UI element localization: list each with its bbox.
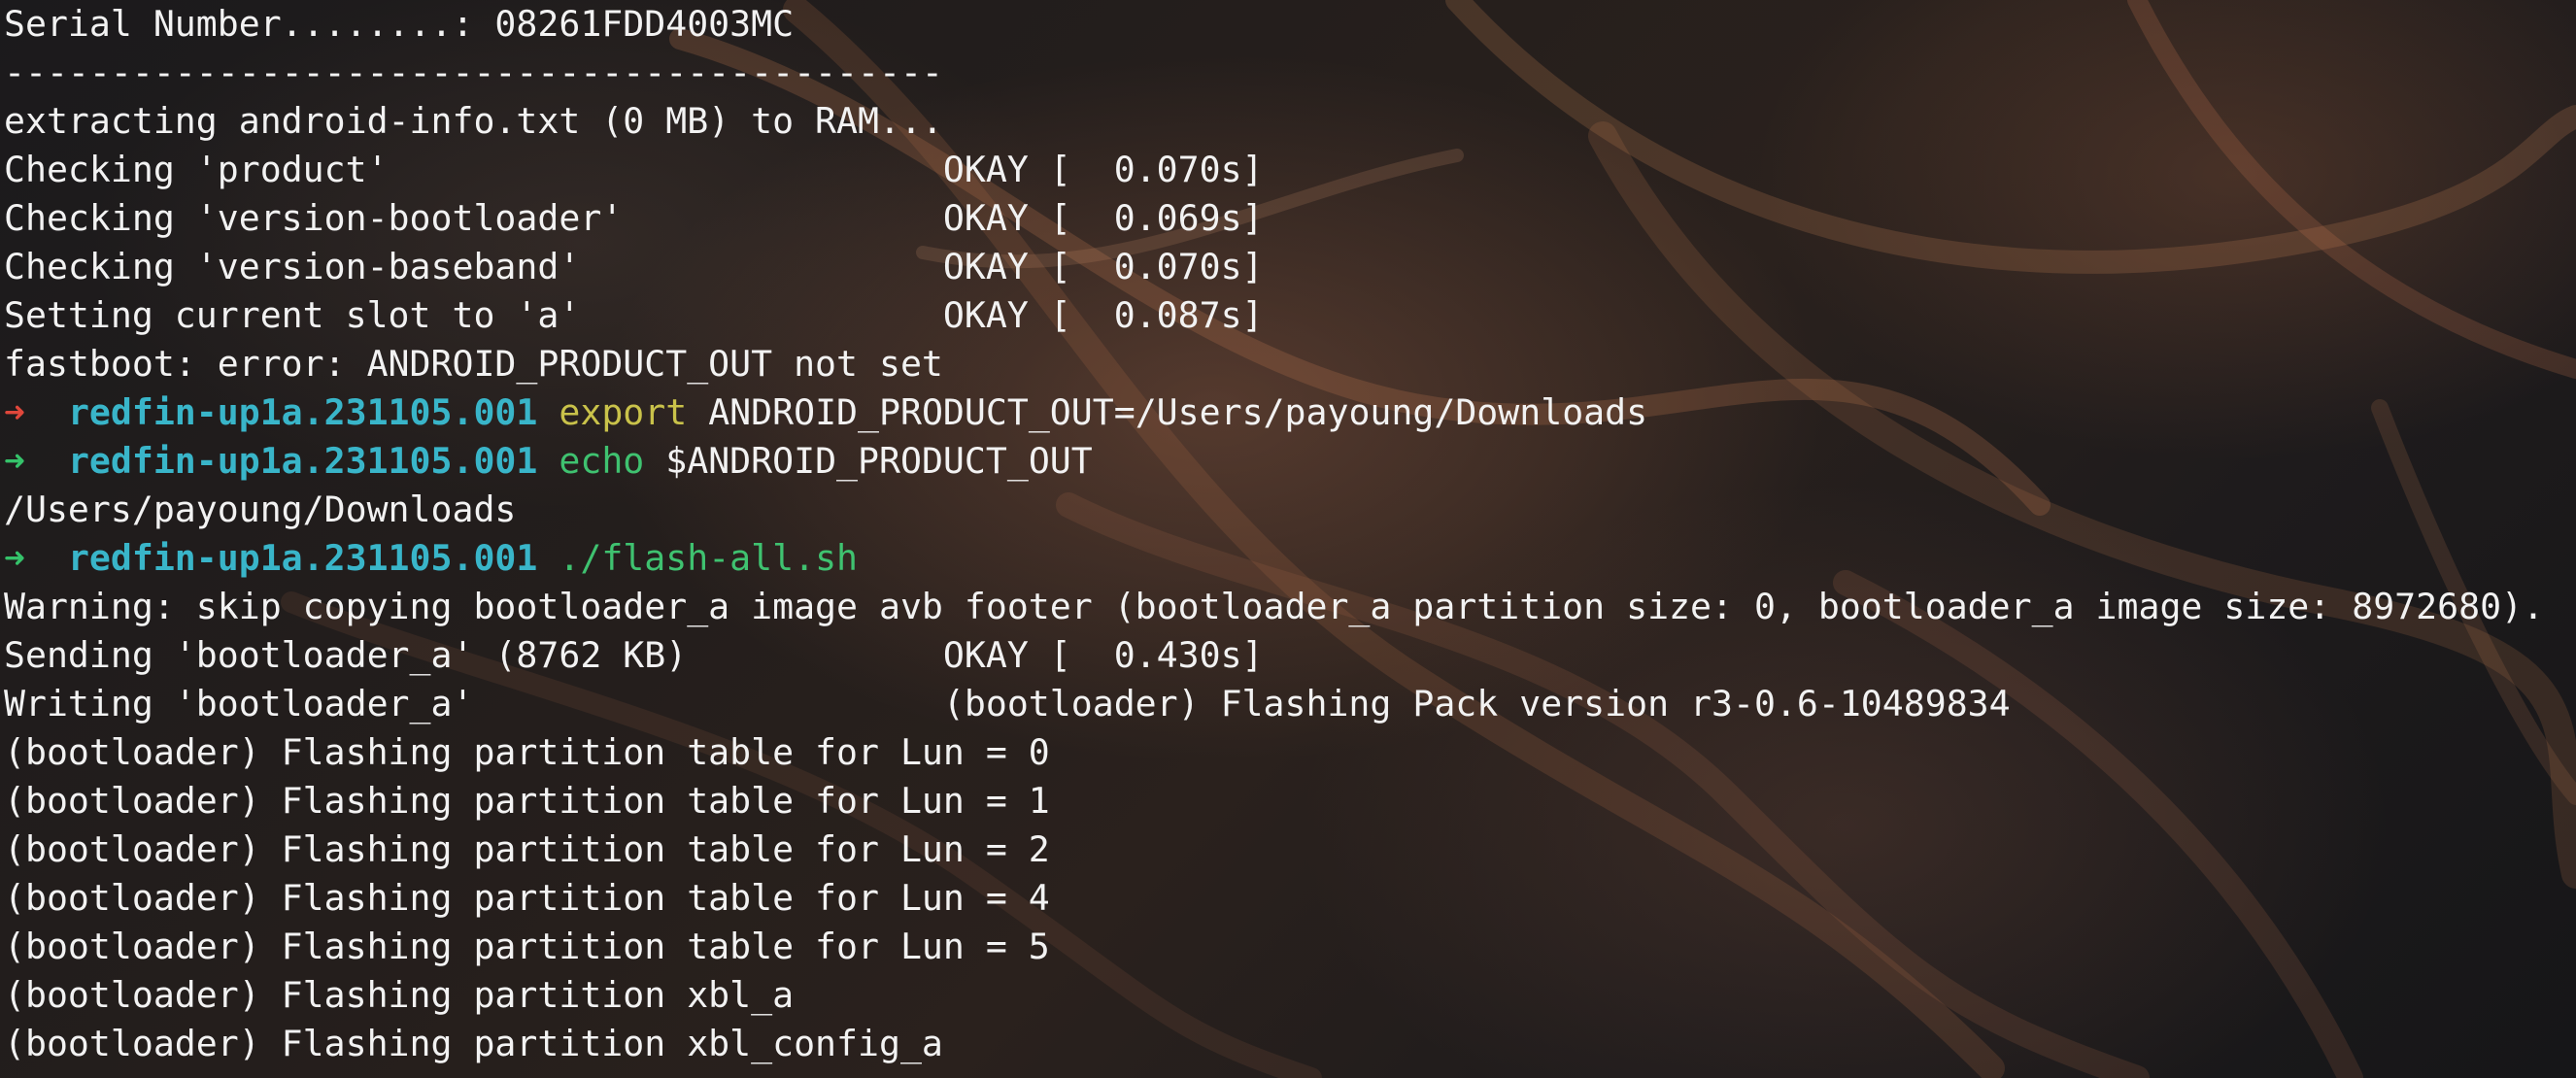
prompt-directory: redfin-up1a.231105.001	[67, 391, 538, 433]
prompt-directory: redfin-up1a.231105.001	[67, 440, 538, 482]
output-line: extracting android-info.txt (0 MB) to RA…	[4, 100, 943, 142]
output-line: (bootloader) Flashing partition xbl_conf…	[4, 1023, 943, 1064]
output-line: (bootloader) Flashing partition table fo…	[4, 828, 1050, 870]
output-line: Sending 'bootloader_a' (8762 KB) OKAY [ …	[4, 634, 1264, 676]
output-line: (bootloader) Flashing partition xbl_a	[4, 974, 795, 1016]
output-line: Checking 'version-baseband' OKAY [ 0.070…	[4, 246, 1264, 287]
prompt-line: ➜ redfin-up1a.231105.001 export ANDROID_…	[4, 388, 2544, 437]
output-line: (bootloader) Flashing partition table fo…	[4, 780, 1050, 822]
prompt-command: export	[559, 391, 688, 433]
output-line: Serial Number........: 08261FDD4003MC	[4, 3, 795, 45]
output-line: ----------------------------------------…	[4, 51, 943, 93]
prompt-command: ./flash-all.sh	[559, 537, 859, 579]
prompt-arrow-error-icon: ➜	[4, 391, 25, 433]
output-line: (bootloader) Flashing partition table fo…	[4, 731, 1050, 773]
output-line: Checking 'product' OKAY [ 0.070s]	[4, 149, 1264, 190]
output-line: fastboot: error: ANDROID_PRODUCT_OUT not…	[4, 343, 943, 385]
prompt-arrow-icon: ➜	[4, 440, 25, 482]
output-line: (bootloader) Flashing partition table fo…	[4, 926, 1050, 967]
output-line: Setting current slot to 'a' OKAY [ 0.087…	[4, 294, 1264, 336]
prompt-directory: redfin-up1a.231105.001	[67, 537, 538, 579]
prompt-command: echo	[559, 440, 645, 482]
terminal-window[interactable]: Serial Number........: 08261FDD4003MC ---…	[0, 0, 2576, 1078]
terminal-output[interactable]: Serial Number........: 08261FDD4003MC ---…	[4, 0, 2544, 1068]
prompt-line: ➜ redfin-up1a.231105.001 ./flash-all.sh	[4, 534, 2544, 583]
output-line: /Users/payoung/Downloads	[4, 488, 517, 530]
prompt-arguments: ANDROID_PRODUCT_OUT=/Users/payoung/Downl…	[687, 391, 1648, 433]
output-line: (bootloader) Flashing partition table fo…	[4, 877, 1050, 919]
prompt-arrow-icon: ➜	[4, 537, 25, 579]
prompt-arguments: $ANDROID_PRODUCT_OUT	[644, 440, 1093, 482]
output-line: Writing 'bootloader_a' (bootloader) Flas…	[4, 683, 2011, 724]
output-line: Warning: skip copying bootloader_a image…	[4, 586, 2545, 627]
output-line: Checking 'version-bootloader' OKAY [ 0.0…	[4, 197, 1264, 239]
prompt-line: ➜ redfin-up1a.231105.001 echo $ANDROID_P…	[4, 437, 2544, 486]
